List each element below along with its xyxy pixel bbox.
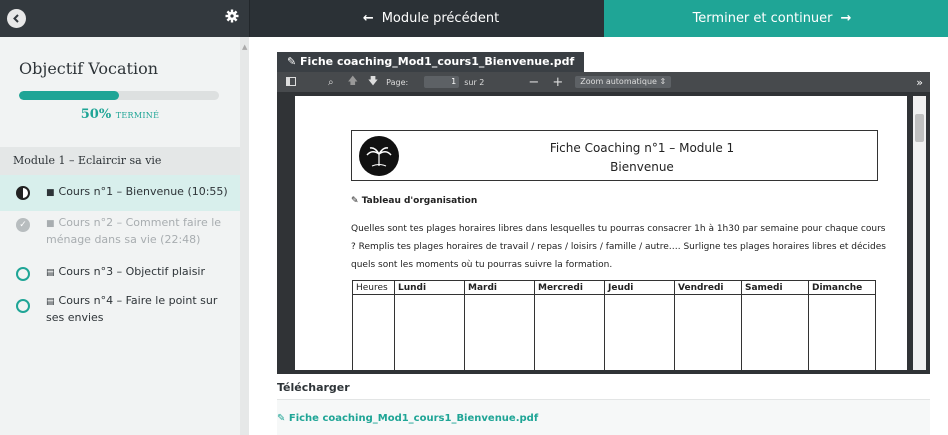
pdf-scrollbar-thumb[interactable]	[915, 114, 924, 142]
schedule-header-row: Heures Lundi Mardi Mercredi Jeudi Vendre…	[352, 280, 876, 295]
lesson-item-1[interactable]: ■ Cours n°1 – Bienvenue (10:55)	[0, 175, 240, 211]
pdf-page: Fiche Coaching n°1 – Module 1 Bienvenue …	[295, 96, 907, 370]
document-title-line-2: Bienvenue	[610, 160, 674, 174]
zoom-select[interactable]: Zoom automatique ⇕	[575, 76, 672, 88]
lesson-label: Cours n°2 – Comment faire le ménage dans…	[46, 216, 222, 246]
chevron-left-icon	[13, 14, 19, 23]
paperclip-icon: ✎	[287, 55, 301, 68]
pdf-tab-label: Fiche coaching_Mod1_cours1_Bienvenue.pdf	[300, 55, 575, 68]
download-link[interactable]: ✎ Fiche coaching_Mod1_cours1_Bienvenue.p…	[277, 413, 538, 424]
column-header: Jeudi	[604, 280, 675, 295]
table-cell[interactable]	[394, 294, 465, 370]
section-title-text: Tableau d'organisation	[361, 196, 478, 206]
column-header: Mercredi	[534, 280, 605, 295]
table-cell[interactable]	[534, 294, 605, 370]
course-title: Objectif Vocation	[19, 59, 159, 78]
column-header: Vendredi	[674, 280, 742, 295]
sidebar-toggle-icon[interactable]	[286, 76, 298, 88]
previous-page-icon[interactable]: 🡅	[348, 74, 358, 91]
arrow-left-icon: ←	[362, 11, 374, 26]
not-started-icon	[16, 299, 30, 313]
table-cell[interactable]	[352, 294, 395, 370]
table-cell[interactable]	[604, 294, 675, 370]
lesson-item-2[interactable]: ✓ ■ Cours n°2 – Comment faire le ménage d…	[0, 211, 240, 255]
document-icon: ▤	[46, 297, 55, 307]
lesson-label: Cours n°4 – Faire le point sur ses envie…	[46, 294, 218, 324]
sidebar-scrollbar[interactable]: ▲	[240, 37, 249, 435]
page-number-input[interactable]: 1	[424, 76, 460, 88]
document-icon: ▤	[46, 268, 55, 278]
zoom-in-button[interactable]: +	[552, 75, 563, 90]
search-icon[interactable]: ⌕	[328, 77, 334, 88]
column-header: Heures	[352, 280, 395, 295]
lesson-label: Cours n°1 – Bienvenue (10:55)	[58, 185, 228, 198]
course-sidebar: Objectif Vocation 50% TERMINÉ Module 1 –…	[0, 37, 240, 435]
lesson-item-4[interactable]: ▤ Cours n°4 – Faire le point sur ses envi…	[0, 289, 240, 333]
previous-module-label: Module précédent	[381, 11, 500, 26]
pdf-tab[interactable]: ✎ Fiche coaching_Mod1_cours1_Bienvenue.p…	[277, 52, 585, 72]
finish-continue-button[interactable]: Terminer et continuer →	[604, 0, 948, 37]
column-header: Mardi	[464, 280, 535, 295]
document-title: Fiche Coaching n°1 – Module 1 Bienvenue	[407, 139, 877, 177]
table-cell[interactable]	[674, 294, 742, 370]
check-icon: ✓	[16, 218, 30, 232]
palm-logo	[359, 136, 399, 176]
column-header: Dimanche	[808, 280, 876, 295]
table-cell[interactable]	[808, 294, 876, 370]
section-title: ✎ Tableau d'organisation	[351, 196, 477, 206]
arrow-right-icon: →	[840, 11, 852, 26]
instructions-paragraph: Quelles sont tes plages horaires libres …	[351, 224, 886, 270]
pdf-viewer: ⌕ 🡅 🡇 Page: 1 sur 2 − + Zoom automatique…	[277, 72, 930, 374]
page-total: sur 2	[464, 77, 485, 87]
finish-continue-label: Terminer et continuer	[692, 11, 833, 26]
module-title: Module 1 – Eclaircir sa vie	[0, 147, 240, 175]
document-header: Fiche Coaching n°1 – Module 1 Bienvenue	[351, 130, 878, 181]
column-header: Samedi	[741, 280, 809, 295]
main-content: ✎ Fiche coaching_Mod1_cours1_Bienvenue.p…	[249, 37, 948, 435]
page-label: Page:	[386, 77, 409, 87]
document-title-line-1: Fiche Coaching n°1 – Module 1	[549, 141, 735, 155]
settings-button[interactable]	[225, 8, 239, 27]
scroll-up-icon: ▲	[242, 43, 248, 51]
progress-percent: 50%	[80, 107, 112, 122]
zoom-value: Zoom automatique	[580, 77, 657, 86]
next-page-icon[interactable]: 🡇	[368, 74, 378, 91]
progress-label: 50% TERMINÉ	[0, 107, 240, 122]
in-progress-icon	[16, 186, 30, 200]
pencil-icon: ✎	[351, 196, 362, 206]
table-cell[interactable]	[464, 294, 535, 370]
progress-bar	[19, 91, 219, 100]
video-icon: ■	[46, 188, 55, 198]
column-header: Lundi	[394, 280, 465, 295]
video-icon: ■	[46, 219, 55, 229]
lesson-item-3[interactable]: ▤ Cours n°3 – Objectif plaisir	[0, 255, 240, 289]
progress-status: TERMINÉ	[115, 111, 160, 120]
close-course-button[interactable]	[7, 9, 26, 28]
lesson-label: Cours n°3 – Objectif plaisir	[58, 265, 206, 278]
not-started-icon	[16, 267, 30, 281]
sidebar-header	[0, 0, 249, 37]
pdf-scrollbar[interactable]	[913, 96, 926, 370]
zoom-out-button[interactable]: −	[528, 75, 539, 90]
download-heading: Télécharger	[277, 381, 350, 394]
paperclip-icon: ✎	[277, 413, 289, 424]
previous-module-button[interactable]: ← Module précédent	[249, 0, 604, 37]
schedule-table: Heures Lundi Mardi Mercredi Jeudi Vendre…	[352, 280, 876, 370]
table-cell[interactable]	[741, 294, 809, 370]
pdf-toolbar: ⌕ 🡅 🡇 Page: 1 sur 2 − + Zoom automatique…	[277, 72, 930, 92]
top-bar: ← Module précédent Terminer et continuer…	[0, 0, 948, 37]
schedule-row	[352, 294, 876, 370]
gear-icon	[225, 9, 239, 23]
more-tools-icon[interactable]: »	[916, 76, 923, 89]
progress-fill	[19, 91, 119, 100]
download-link-label: Fiche coaching_Mod1_cours1_Bienvenue.pdf	[288, 413, 539, 424]
